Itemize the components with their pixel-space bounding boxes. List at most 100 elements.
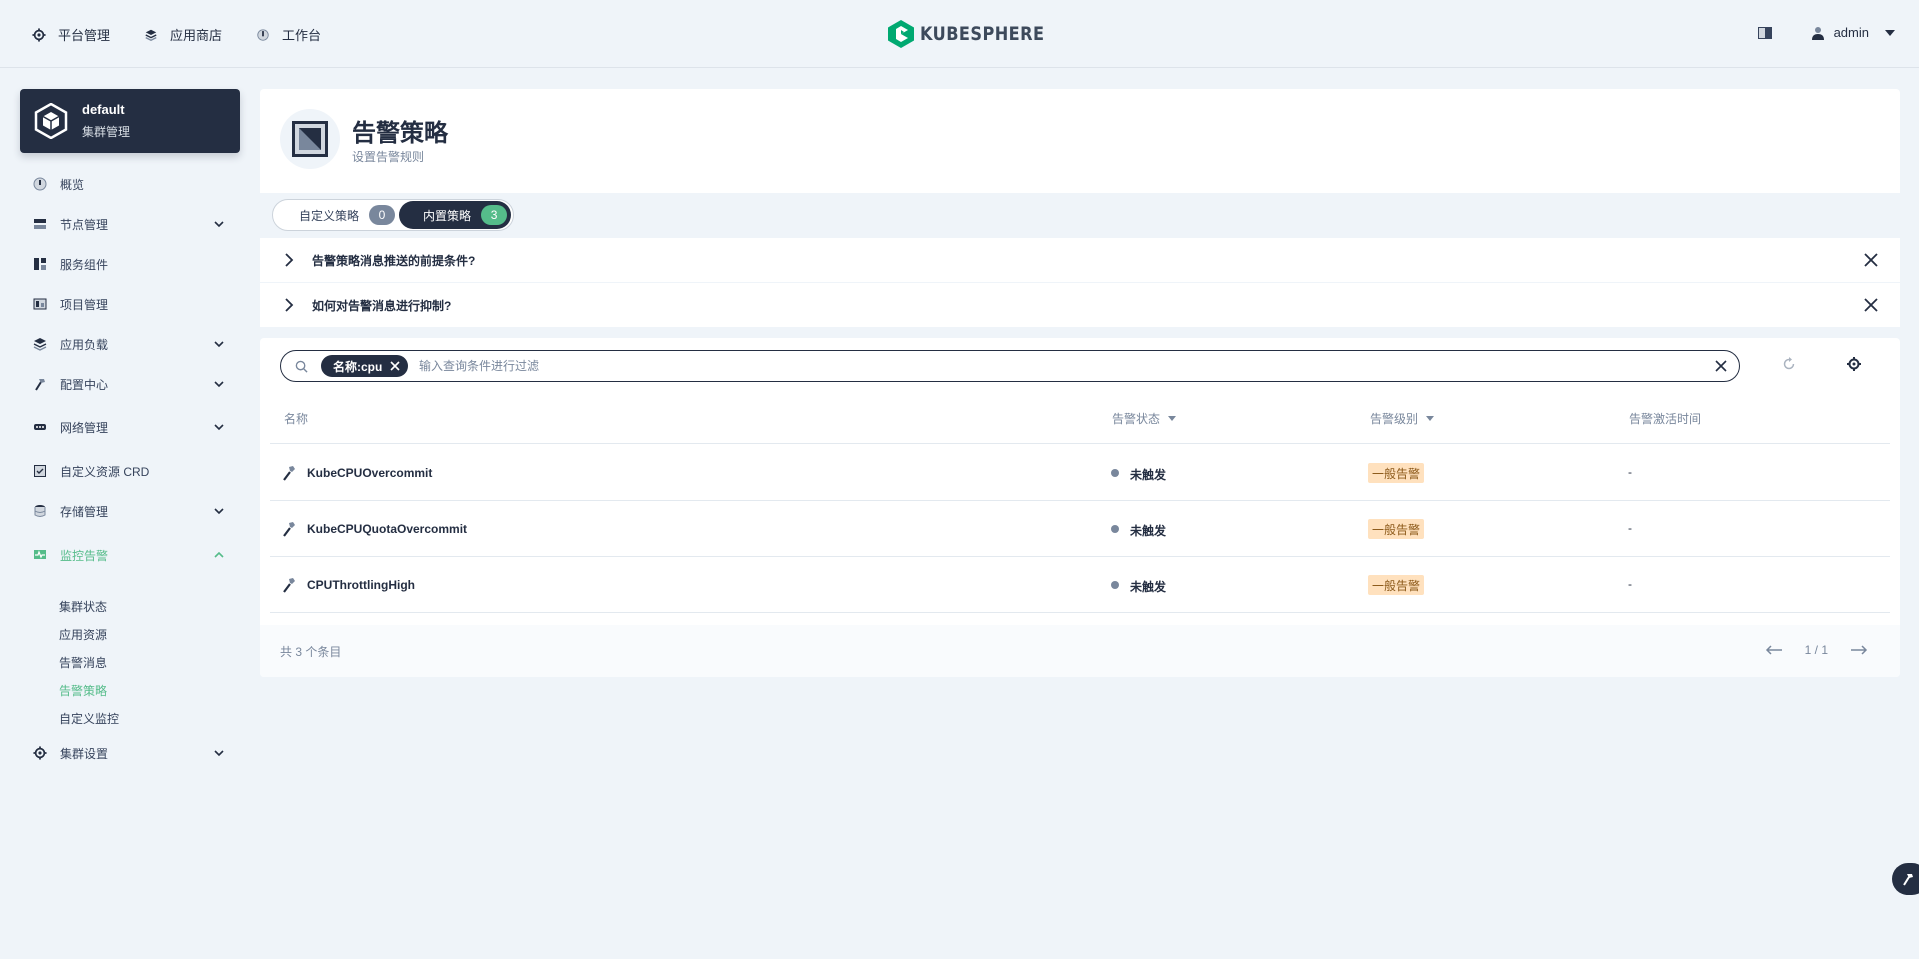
sidebar-subitem-alert-messages[interactable]: 告警消息 [59,654,107,671]
sidebar-item-workloads[interactable]: 应用负载 [20,330,240,358]
policy-name[interactable]: KubeCPUOvercommit [307,466,432,480]
alert-status: 未触发 [1130,580,1167,594]
severity-badge: 一般告警 [1368,575,1425,595]
nav-app-store[interactable]: 应用商店 [144,25,222,44]
page-indicator: 1 / 1 [1804,643,1828,657]
column-severity[interactable]: 告警级别 [1370,410,1435,427]
hammer-icon [35,379,45,391]
sidebar-item-label: 自定义资源 CRD [60,464,150,479]
list-toolbar: 名称:cpu [260,338,1900,392]
status-dot [1111,469,1119,477]
notification-panel-icon[interactable] [1757,26,1772,39]
crd-icon [34,465,46,477]
sidebar-subitem-app-resources[interactable]: 应用资源 [59,626,107,643]
policy-name[interactable]: CPUThrottlingHigh [307,578,415,592]
sort-caret-icon [1426,416,1435,421]
page-description: 设置告警规则 [352,150,425,164]
nav-workbench-label: 工作台 [282,28,322,43]
storage-icon [34,505,46,517]
sidebar-item-label: 应用负载 [60,337,109,352]
column-label: 告警级别 [1370,412,1419,426]
status-dot [1111,525,1119,533]
sidebar-item-crd[interactable]: 自定义资源 CRD [20,457,240,485]
cluster-subtitle: 集群管理 [82,125,131,139]
settings-gear-icon[interactable] [1846,356,1862,372]
activated-time: - [1628,577,1632,591]
page-title: 告警策略 [352,120,448,147]
activated-time: - [1628,465,1632,479]
policy-name[interactable]: KubeCPUQuotaOvercommit [307,522,467,536]
nav-app-store-label: 应用商店 [170,28,223,43]
column-status[interactable]: 告警状态 [1112,410,1177,427]
remove-tag-icon[interactable] [390,361,400,371]
column-label: 名称 [284,412,309,426]
sidebar-item-config[interactable]: 配置中心 [20,370,240,398]
search-bar[interactable]: 名称:cpu [280,350,1740,382]
sidebar-item-projects[interactable]: 项目管理 [20,290,240,318]
prev-page-icon[interactable] [1765,645,1783,655]
status-dot [1111,581,1119,589]
faq-question: 告警策略消息推送的前提条件? [312,253,476,268]
top-bar: 平台管理 应用商店 工作台 KUBESPHERE admin [0,0,1919,68]
table-header: 名称 告警状态 告警级别 告警激活时间 [270,392,1890,444]
nav-workbench[interactable]: 工作台 [256,25,321,44]
sidebar-item-nodes[interactable]: 节点管理 [20,210,240,238]
nav-platform[interactable]: 平台管理 [32,25,110,44]
search-input[interactable] [419,354,1679,378]
sidebar-item-cluster-settings[interactable]: 集群设置 [20,739,240,767]
close-icon[interactable] [1864,298,1878,312]
project-icon [33,298,47,310]
nodes-icon [34,219,46,229]
toolbox-button[interactable] [1892,863,1919,895]
tab-custom-policies[interactable]: 自定义策略 0 [275,201,399,229]
next-page-icon[interactable] [1850,645,1868,655]
chevron-right-icon [285,253,294,267]
policy-tabs: 自定义策略 0 内置策略 3 [272,199,515,231]
sidebar-item-monitoring[interactable]: 监控告警 [20,541,240,569]
refresh-icon[interactable] [1781,356,1797,372]
chevron-down-icon [214,508,224,515]
table-footer: 共 3 个条目 1 / 1 [260,625,1900,677]
chevron-down-icon [214,381,224,388]
sidebar-item-storage[interactable]: 存储管理 [20,497,240,525]
gear-icon [33,746,47,760]
faq-item[interactable]: 如何对告警消息进行抑制? [260,283,1900,327]
tab-builtin-policies[interactable]: 内置策略 3 [399,201,512,229]
table-row[interactable]: KubeCPUQuotaOvercommit 未触发 一般告警 - [270,501,1890,557]
table-row[interactable]: CPUThrottlingHigh 未触发 一般告警 - [270,557,1890,613]
sidebar-item-overview[interactable]: 概览 [20,170,240,198]
total-count: 共 3 个条目 [280,645,342,659]
sidebar-item-label: 网络管理 [60,420,109,435]
sidebar-subitem-custom-monitoring[interactable]: 自定义监控 [59,710,119,727]
dashboard-icon [33,177,47,191]
filter-tag-label: 名称:cpu [333,359,383,374]
sidebar-item-label: 监控告警 [60,548,109,563]
kubesphere-logo[interactable]: KUBESPHERE [888,20,1066,48]
nav-platform-label: 平台管理 [58,28,111,43]
filter-tag: 名称:cpu [321,355,409,377]
severity-badge: 一般告警 [1368,519,1425,539]
chevron-right-icon [285,298,294,312]
sidebar-item-components[interactable]: 服务组件 [20,250,240,278]
activated-time: - [1628,521,1632,535]
chevron-up-icon [214,551,224,558]
faq-item[interactable]: 告警策略消息推送的前提条件? [260,238,1900,282]
close-icon[interactable] [1864,253,1878,267]
wrench-icon [283,522,295,537]
cluster-selector[interactable]: default 集群管理 [20,89,240,153]
cluster-cube-icon [34,103,68,139]
user-menu[interactable]: admin [1811,25,1895,40]
clear-search-icon[interactable] [1715,360,1727,372]
tab-label: 内置策略 [423,208,472,223]
sidebar-item-label: 配置中心 [60,377,109,392]
table-row[interactable]: KubeCPUOvercommit 未触发 一般告警 - [270,445,1890,501]
alert-status: 未触发 [1130,524,1167,538]
sidebar-item-label: 项目管理 [60,297,109,312]
sort-caret-icon [1168,416,1177,421]
sidebar-item-network[interactable]: 网络管理 [20,413,240,441]
logo-text: KUBESPHERE [920,23,1045,45]
sidebar-subitem-cluster-status[interactable]: 集群状态 [59,598,107,615]
pagination: 1 / 1 [1765,643,1868,657]
sidebar-subitem-alert-policies[interactable]: 告警策略 [59,682,107,699]
alert-policy-icon [280,109,340,169]
